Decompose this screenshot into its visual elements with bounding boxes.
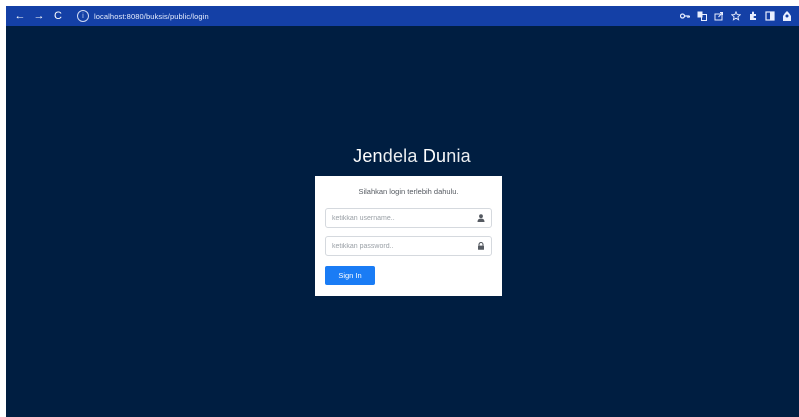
forward-button[interactable]: → bbox=[31, 8, 47, 24]
password-field[interactable] bbox=[325, 236, 492, 256]
back-arrow-icon: ← bbox=[14, 10, 26, 22]
brand-title-part-2: dela bbox=[382, 146, 423, 166]
toolbar-actions bbox=[674, 10, 793, 22]
star-icon[interactable] bbox=[730, 10, 742, 22]
brand-title-part-3: Du bbox=[422, 146, 447, 166]
translate-icon[interactable] bbox=[696, 10, 708, 22]
sidebar-icon[interactable] bbox=[764, 10, 776, 22]
forward-arrow-icon: → bbox=[33, 10, 45, 22]
profile-icon[interactable] bbox=[781, 10, 793, 22]
url-text: localhost:8080/buksis/public/login bbox=[94, 11, 209, 21]
reload-icon: C bbox=[54, 10, 62, 22]
brand-title-part-4: nia bbox=[446, 146, 471, 166]
info-icon[interactable]: i bbox=[77, 10, 89, 22]
username-field[interactable] bbox=[325, 208, 492, 228]
reload-button[interactable]: C bbox=[50, 8, 66, 24]
brand-title-part-1: Jen bbox=[353, 146, 383, 166]
password-input[interactable] bbox=[332, 242, 477, 250]
login-message: Silahkan login terlebih dahulu. bbox=[358, 187, 459, 196]
login-card: Silahkan login terlebih dahulu. Sign In bbox=[315, 176, 502, 296]
user-icon bbox=[477, 214, 485, 222]
browser-toolbar: ← → C i localhost:8080/buksis/public/log… bbox=[6, 6, 799, 26]
page-viewport: Jendela Dunia Silahkan login terlebih da… bbox=[6, 26, 799, 417]
lock-icon bbox=[477, 242, 485, 250]
username-input[interactable] bbox=[332, 214, 477, 222]
extensions-icon[interactable] bbox=[747, 10, 759, 22]
sign-in-button[interactable]: Sign In bbox=[325, 266, 375, 285]
key-icon[interactable] bbox=[679, 10, 691, 22]
share-icon[interactable] bbox=[713, 10, 725, 22]
browser-window: ← → C i localhost:8080/buksis/public/log… bbox=[0, 0, 799, 417]
brand-title: Jendela Dunia bbox=[6, 146, 799, 167]
back-button[interactable]: ← bbox=[12, 8, 28, 24]
address-bar[interactable]: i localhost:8080/buksis/public/login bbox=[77, 8, 674, 24]
